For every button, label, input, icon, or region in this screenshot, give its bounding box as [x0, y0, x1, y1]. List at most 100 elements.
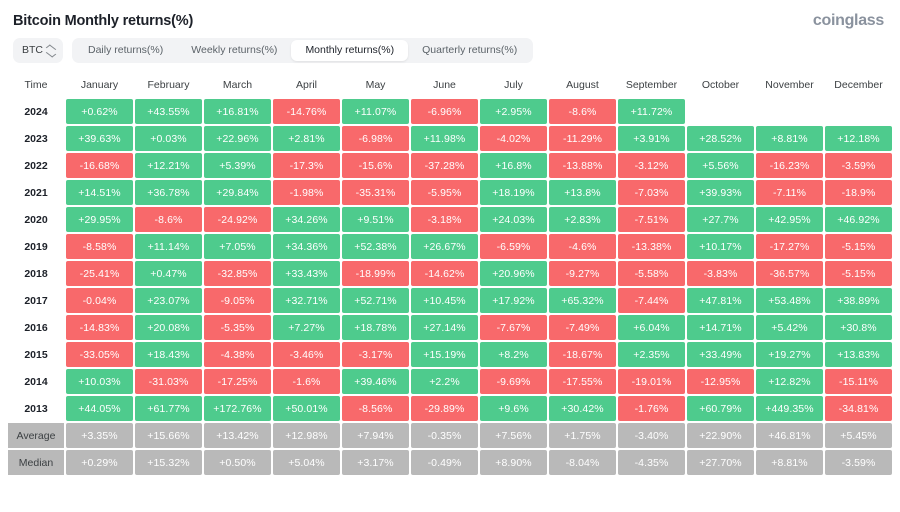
cell-2015-june: +15.19% [411, 342, 478, 367]
cell-2013-september: -1.76% [618, 396, 685, 421]
cell-2021-july: +18.19% [480, 180, 547, 205]
controls-bar: BTC Daily returns(%) Weekly returns(%) M… [0, 32, 900, 64]
cell-2023-march: +22.96% [204, 126, 271, 151]
cell-median-october: +27.70% [687, 450, 754, 475]
cell-2019-march: +7.05% [204, 234, 271, 259]
cell-median-september: -4.35% [618, 450, 685, 475]
cell-2016-april: +7.27% [273, 315, 340, 340]
cell-2013-june: -29.89% [411, 396, 478, 421]
cell-2019-january: -8.58% [66, 234, 133, 259]
row-label-2020: 2020 [8, 207, 64, 232]
cell-2020-april: +34.26% [273, 207, 340, 232]
cell-median-july: +8.90% [480, 450, 547, 475]
cell-median-april: +5.04% [273, 450, 340, 475]
table-header-row: TimeJanuaryFebruaryMarchAprilMayJuneJuly… [8, 72, 892, 97]
cell-2023-april: +2.81% [273, 126, 340, 151]
cell-median-june: -0.49% [411, 450, 478, 475]
cell-average-january: +3.35% [66, 423, 133, 448]
row-label-median: Median [8, 450, 64, 475]
table-row: 2016-14.83%+20.08%-5.35%+7.27%+18.78%+27… [8, 315, 892, 340]
cell-average-december: +5.45% [825, 423, 892, 448]
cell-2022-december: -3.59% [825, 153, 892, 178]
cell-2022-july: +16.8% [480, 153, 547, 178]
tab-weekly-returns[interactable]: Weekly returns(%) [177, 40, 291, 61]
cell-2023-november: +8.81% [756, 126, 823, 151]
cell-2015-may: -3.17% [342, 342, 409, 367]
tab-monthly-returns[interactable]: Monthly returns(%) [291, 40, 408, 61]
cell-2017-april: +32.71% [273, 288, 340, 313]
tab-quarterly-returns[interactable]: Quarterly returns(%) [408, 40, 531, 61]
cell-2019-august: -4.6% [549, 234, 616, 259]
column-header-december: December [825, 72, 892, 97]
cell-2013-january: +44.05% [66, 396, 133, 421]
cell-2024-september: +11.72% [618, 99, 685, 124]
table-row: 2022-16.68%+12.21%+5.39%-17.3%-15.6%-37.… [8, 153, 892, 178]
row-label-2024: 2024 [8, 99, 64, 124]
cell-average-october: +22.90% [687, 423, 754, 448]
cell-average-march: +13.42% [204, 423, 271, 448]
cell-2021-february: +36.78% [135, 180, 202, 205]
table-row: 2021+14.51%+36.78%+29.84%-1.98%-35.31%-5… [8, 180, 892, 205]
cell-2024-november [756, 99, 823, 124]
table-row: 2014+10.03%-31.03%-17.25%-1.6%+39.46%+2.… [8, 369, 892, 394]
table-row: Average+3.35%+15.66%+13.42%+12.98%+7.94%… [8, 423, 892, 448]
cell-2019-may: +52.38% [342, 234, 409, 259]
cell-2018-november: -36.57% [756, 261, 823, 286]
row-label-2017: 2017 [8, 288, 64, 313]
cell-2019-june: +26.67% [411, 234, 478, 259]
cell-2020-november: +42.95% [756, 207, 823, 232]
cell-2013-july: +9.6% [480, 396, 547, 421]
cell-median-december: -3.59% [825, 450, 892, 475]
cell-2024-august: -8.6% [549, 99, 616, 124]
table-row: 2018-25.41%+0.47%-32.85%+33.43%-18.99%-1… [8, 261, 892, 286]
cell-2021-october: +39.93% [687, 180, 754, 205]
column-header-january: January [66, 72, 133, 97]
cell-2016-july: -7.67% [480, 315, 547, 340]
cell-2019-february: +11.14% [135, 234, 202, 259]
cell-2023-june: +11.98% [411, 126, 478, 151]
cell-median-may: +3.17% [342, 450, 409, 475]
table-row: 2019-8.58%+11.14%+7.05%+34.36%+52.38%+26… [8, 234, 892, 259]
cell-2015-september: +2.35% [618, 342, 685, 367]
cell-2017-september: -7.44% [618, 288, 685, 313]
column-header-march: March [204, 72, 271, 97]
cell-average-february: +15.66% [135, 423, 202, 448]
cell-2015-october: +33.49% [687, 342, 754, 367]
column-header-june: June [411, 72, 478, 97]
cell-2024-may: +11.07% [342, 99, 409, 124]
coinglass-logo: coinglass [813, 12, 884, 30]
page-title: Bitcoin Monthly returns(%) [13, 13, 193, 29]
cell-2024-april: -14.76% [273, 99, 340, 124]
cell-median-march: +0.50% [204, 450, 271, 475]
page-root: Bitcoin Monthly returns(%) coinglass BTC… [0, 0, 900, 512]
row-label-2022: 2022 [8, 153, 64, 178]
cell-2014-march: -17.25% [204, 369, 271, 394]
cell-2021-september: -7.03% [618, 180, 685, 205]
cell-2023-august: -11.29% [549, 126, 616, 151]
cell-2018-april: +33.43% [273, 261, 340, 286]
cell-2015-august: -18.67% [549, 342, 616, 367]
row-label-2014: 2014 [8, 369, 64, 394]
cell-2016-november: +5.42% [756, 315, 823, 340]
row-label-2016: 2016 [8, 315, 64, 340]
cell-2017-june: +10.45% [411, 288, 478, 313]
cell-2018-may: -18.99% [342, 261, 409, 286]
cell-2024-february: +43.55% [135, 99, 202, 124]
cell-2020-august: +2.83% [549, 207, 616, 232]
cell-2021-march: +29.84% [204, 180, 271, 205]
cell-2016-september: +6.04% [618, 315, 685, 340]
cell-2020-june: -3.18% [411, 207, 478, 232]
cell-2013-november: +449.35% [756, 396, 823, 421]
cell-2018-march: -32.85% [204, 261, 271, 286]
cell-2021-november: -7.11% [756, 180, 823, 205]
cell-2013-april: +50.01% [273, 396, 340, 421]
cell-2022-february: +12.21% [135, 153, 202, 178]
cell-2024-january: +0.62% [66, 99, 133, 124]
cell-2015-february: +18.43% [135, 342, 202, 367]
tab-daily-returns[interactable]: Daily returns(%) [74, 40, 177, 61]
symbol-selector[interactable]: BTC [13, 38, 63, 63]
cell-2020-february: -8.6% [135, 207, 202, 232]
cell-2020-december: +46.92% [825, 207, 892, 232]
cell-2021-august: +13.8% [549, 180, 616, 205]
cell-2022-september: -3.12% [618, 153, 685, 178]
